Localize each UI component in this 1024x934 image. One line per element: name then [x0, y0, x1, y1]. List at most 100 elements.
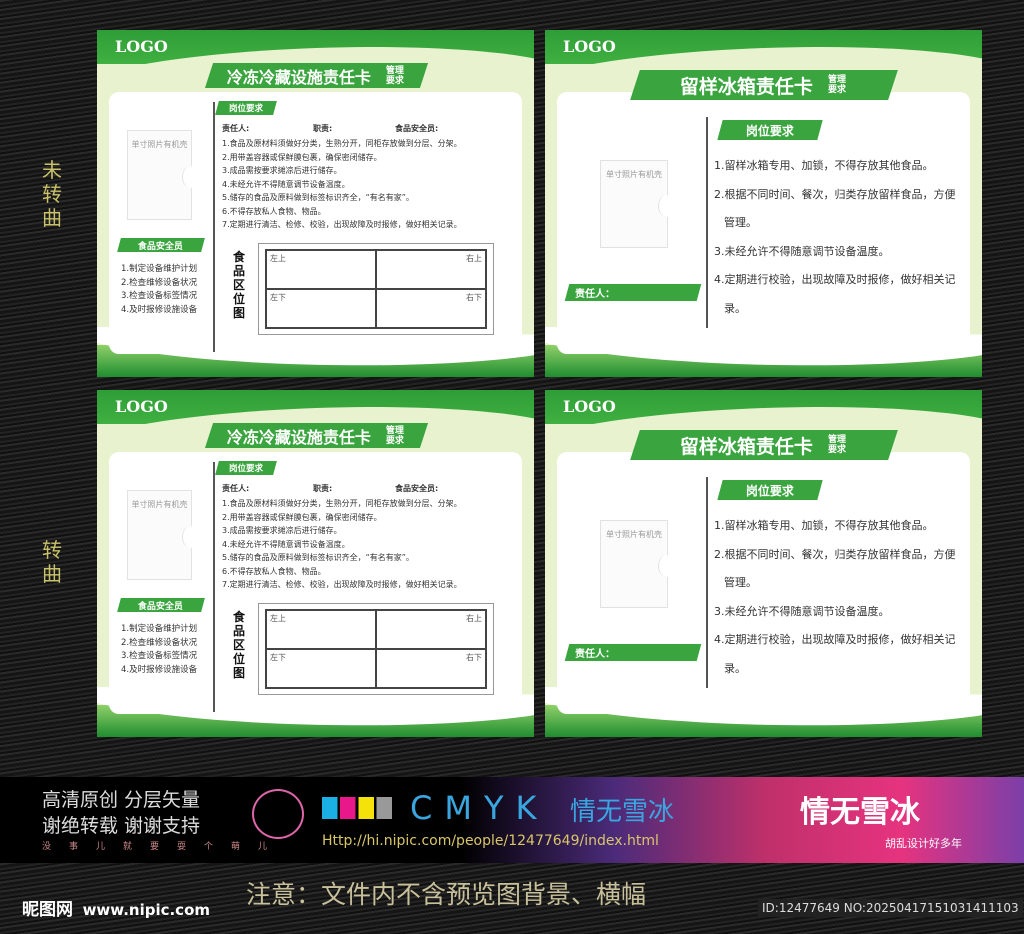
officer-item: 3.检查设备标签情况	[121, 651, 198, 661]
grid-inner: 左上 右上 左下 右下	[265, 609, 487, 689]
duty-item: 1.食品及原材料须做好分类，生熟分开，同柜存放做到分层、分架。	[222, 139, 462, 148]
label-unconverted: 未转曲	[42, 158, 62, 230]
duty-item: 2.根据不同时间、餐次，归类存放留样食品，方便管理。	[714, 187, 956, 230]
duty-item: 1.留样冰箱专用、加锁，不得存放其他食品。	[714, 159, 934, 172]
duty-list: 1.留样冰箱专用、加锁，不得存放其他食品。 2.根据不同时间、餐次，归类存放留样食…	[714, 152, 966, 323]
card-subtitle: 管理要求	[827, 75, 846, 95]
food-map-grid: 左上 右上 左下 右下	[258, 243, 494, 335]
map-label: 食品区位图	[233, 250, 246, 320]
officer-tag: 食品安全员	[117, 238, 205, 252]
divider	[706, 117, 708, 328]
banner-line1: 高清原创 分层矢量	[42, 789, 201, 811]
title-banner: 冷冻冷藏设施责任卡 管理要求	[204, 63, 429, 88]
officer-tag: 食品安全员	[117, 598, 205, 612]
photo-placeholder: 单寸照片有机壳	[600, 520, 675, 608]
notice-text: 注意：文件内不含预览图背景、横幅	[246, 880, 647, 909]
card-subtitle: 管理要求	[827, 435, 846, 455]
officer-item: 2.检查维修设备状况	[121, 277, 198, 288]
resp-tag: 责任人：	[564, 644, 702, 661]
duty-item: 4.定期进行校验，出现故障及时报修，做好相关记录。	[714, 273, 956, 315]
duty-item: 4.定期进行校验，出现故障及时报修，做好相关记录。	[714, 633, 956, 675]
card-card_a: LOGO 冷冻冷藏设施责任卡 管理要求单寸照片有机壳食品安全员 1.制定设备维护计划 2…	[97, 390, 534, 737]
officer-item: 4.及时报修设施设备	[121, 304, 198, 315]
duty-item: 7.定期进行清洁、检修、校验，出现故障及时报修，做好相关记录。	[222, 580, 462, 589]
title-banner: 冷冻冷藏设施责任卡 管理要求	[204, 423, 429, 448]
logo: LOGO	[563, 397, 616, 416]
author-url[interactable]: Http://hi.nipic.com/people/12477649/inde…	[322, 833, 659, 849]
site-url[interactable]: www.nipic.com	[83, 901, 210, 919]
duty-item: 5.储存的食品及原料做到标签标识齐全，“有名有家”。	[222, 193, 414, 202]
duty-item: 4.未经允许不得随意调节设备温度。	[222, 179, 350, 189]
duty-tag-label: 岗位要求	[745, 123, 794, 138]
grid-cell: 左上	[266, 250, 376, 289]
grid-cell: 左下	[266, 289, 376, 328]
grid-inner: 左上 右上 左下 右下	[265, 249, 487, 329]
card-title: 冷冻冷藏设施责任卡	[227, 427, 372, 447]
duty-item: 2.根据不同时间、餐次，归类存放留样食品，方便管理。	[714, 547, 956, 590]
grid-cell: 左下	[266, 649, 376, 688]
duty-item: 6.不得存放私人食物、物品。	[222, 206, 326, 216]
officer-item: 1.制定设备维护计划	[121, 264, 198, 274]
site-name: 昵图网	[22, 900, 73, 920]
duty-tag-label: 岗位要求	[228, 104, 263, 114]
grid-cell: 右上	[376, 250, 486, 289]
resp-tag: 责任人：	[564, 284, 702, 301]
image-id: ID:12477649 NO:20250417151031411103	[758, 899, 1023, 917]
card-subtitle: 管理要求	[385, 65, 404, 86]
duty-tag: 岗位要求	[215, 461, 277, 475]
duty-item: 1.食品及原材料须做好分类，生熟分开，同柜存放做到分层、分架。	[222, 499, 462, 508]
logo: LOGO	[563, 37, 616, 56]
photo-placeholder: 单寸照片有机壳	[600, 160, 675, 248]
food-map-grid: 左上 右上 左下 右下	[258, 603, 494, 695]
map-label: 食品区位图	[233, 610, 246, 680]
duty-item: 3.未经允许不得随意调节设备温度。	[714, 244, 890, 258]
grid-cell: 右上	[376, 610, 486, 649]
brand-sub: 胡乱设计好多年	[885, 837, 962, 850]
duty-tag-label: 岗位要求	[745, 483, 794, 498]
officer-item: 1.制定设备维护计划	[121, 624, 198, 634]
card-title: 留样冰箱责任卡	[680, 75, 814, 98]
safety-label: 食品安全员:	[395, 484, 439, 493]
duty-tag: 岗位要求	[717, 120, 823, 140]
duty-tag-label: 岗位要求	[228, 464, 263, 474]
officer-item: 2.检查维修设备状况	[121, 637, 198, 648]
card-subtitle: 管理要求	[385, 425, 404, 446]
author-name: 情无雪冰	[570, 797, 675, 827]
safety-label: 食品安全员:	[395, 124, 439, 133]
officer-item: 4.及时报修设施设备	[121, 664, 198, 675]
divider	[213, 462, 215, 712]
cmyk-text: CMYK	[410, 789, 549, 827]
duty-list: 1.留样冰箱专用、加锁，不得存放其他食品。 2.根据不同时间、餐次，归类存放留样食…	[714, 512, 966, 683]
duty-tag: 岗位要求	[717, 480, 823, 500]
banner-line2: 谢绝转载 谢谢支持	[42, 815, 201, 837]
divider	[213, 102, 215, 352]
grid-cell: 右下	[376, 649, 486, 688]
duty-label: 职责:	[313, 484, 333, 493]
officer-tag-label: 食品安全员	[138, 241, 184, 252]
duty-label: 职责:	[313, 124, 333, 133]
card-title: 冷冻冷藏设施责任卡	[227, 67, 372, 87]
logo: LOGO	[115, 37, 168, 56]
card-card_a: LOGO 冷冻冷藏设施责任卡 管理要求单寸照片有机壳食品安全员 1.制定设备维护计划 2…	[97, 30, 534, 377]
promo-banner: 高清原创 分层矢量 谢绝转载 谢谢支持 没事儿就要耍个萌儿 CMYK 情无雪冰 …	[0, 777, 1024, 863]
duty-item: 7.定期进行清洁、检修、校验，出现故障及时报修，做好相关记录。	[222, 220, 462, 229]
resp-tag-label: 责任人：	[575, 649, 615, 660]
duty-item: 4.未经允许不得随意调节设备温度。	[222, 539, 350, 549]
duty-item: 5.储存的食品及原料做到标签标识齐全，“有名有家”。	[222, 553, 414, 562]
card-card_b: LOGO 留样冰箱责任卡 管理要求单寸照片有机壳责任人： 岗位要求 1.留样冰箱专用、加…	[545, 30, 982, 377]
duty-tag: 岗位要求	[215, 101, 277, 115]
photo-placeholder: 单寸照片有机壳	[127, 130, 199, 220]
duty-item: 3.未经允许不得随意调节设备温度。	[714, 604, 890, 618]
resp-tag-label: 责任人：	[575, 289, 615, 300]
title-banner: 留样冰箱责任卡 管理要求	[630, 70, 898, 100]
card-card_b: LOGO 留样冰箱责任卡 管理要求 单寸照片有机壳 责任人： 岗位要求 1.留样冰箱专用、加…	[545, 390, 982, 737]
duty-item: 3.成品需按要求摊凉后进行储存。	[222, 526, 342, 535]
photo-placeholder: 单寸照片有机壳	[127, 490, 199, 580]
duty-item: 2.用带盖容器或保鲜膜包裹，确保密闭储存。	[222, 512, 382, 522]
cmyk-swatches-icon	[322, 797, 392, 819]
duty-item: 6.不得存放私人食物、物品。	[222, 566, 326, 576]
brand-calligraphy: 情无雪冰	[800, 795, 920, 830]
duty-item: 3.成品需按要求摊凉后进行储存。	[222, 166, 342, 175]
grid-cell: 左上	[266, 610, 376, 649]
logo: LOGO	[115, 397, 168, 416]
